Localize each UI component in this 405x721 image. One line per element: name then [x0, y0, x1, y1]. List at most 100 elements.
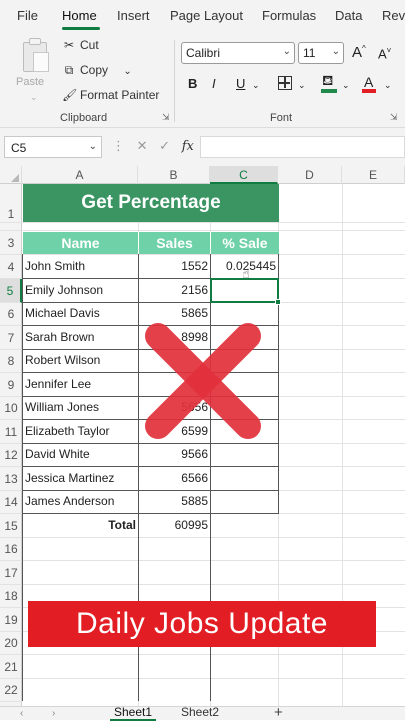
cell-name[interactable]: Jennifer Lee — [22, 373, 94, 396]
fill-color-button[interactable]: ⛾ — [321, 72, 337, 94]
chevron-down-icon[interactable]: ⌄ — [342, 80, 350, 91]
chevron-down-icon: ⌄ — [88, 141, 97, 152]
cell-sales[interactable]: 2156 — [139, 279, 211, 302]
header-pct-sale[interactable]: % Sale — [211, 232, 279, 254]
cell-name[interactable]: James Anderson — [22, 490, 117, 513]
row-header[interactable]: 15 — [0, 514, 22, 538]
check-icon[interactable]: ✓ — [159, 138, 170, 153]
cell-sales[interactable]: 5885 — [139, 490, 211, 513]
row-header[interactable]: 22 — [0, 679, 22, 702]
cancel-icon[interactable]: ✕ — [137, 138, 148, 153]
row-header[interactable]: 8 — [0, 350, 22, 373]
bold-button[interactable]: B — [188, 76, 197, 91]
header-sales[interactable]: Sales — [139, 232, 211, 254]
formula-bar: C5 ⌄ ⋮ ✕ ✓ fx — [0, 128, 405, 166]
chevron-down-icon[interactable]: ⌄ — [252, 80, 260, 91]
row-header[interactable]: 13 — [0, 467, 22, 491]
row-header[interactable]: 21 — [0, 655, 22, 679]
column-header-d[interactable]: D — [278, 166, 342, 184]
shrink-font-button[interactable]: A˅ — [378, 46, 391, 61]
cell-name[interactable]: David White — [22, 443, 93, 466]
cut-button[interactable]: ✂ Cut — [62, 38, 99, 52]
underline-button[interactable]: U — [236, 76, 245, 91]
cell-name[interactable]: Sarah Brown — [22, 326, 97, 349]
font-group-label: Font — [270, 112, 293, 124]
header-name[interactable]: Name — [23, 232, 139, 254]
row-header[interactable]: 4 — [0, 255, 22, 279]
copy-button[interactable]: ⧉ Copy ⌄ — [62, 63, 132, 78]
cell-name[interactable]: John Smith — [22, 255, 88, 278]
format-painter-button[interactable]: 🖌 Format Painter — [62, 88, 159, 102]
chevron-down-icon[interactable]: ⌄ — [384, 80, 392, 91]
row-header[interactable]: 10 — [0, 397, 22, 420]
sheet-tab-sheet2[interactable]: Sheet2 — [181, 705, 219, 719]
chevron-down-icon[interactable]: ⌄ — [298, 80, 306, 91]
formula-input[interactable] — [200, 136, 405, 158]
cell-name[interactable]: Robert Wilson — [22, 349, 103, 372]
cell-name[interactable]: Elizabeth Taylor — [22, 420, 113, 443]
row-header[interactable]: 3 — [0, 231, 22, 255]
total-label[interactable]: Total — [22, 514, 139, 537]
row-header[interactable]: 6 — [0, 303, 22, 326]
paste-label: Paste — [16, 76, 45, 88]
tab-page-layout[interactable]: Page Layout — [170, 8, 243, 23]
add-sheet-icon[interactable]: + — [274, 704, 283, 721]
hand-cursor-icon: ☝ — [242, 266, 250, 281]
tab-review[interactable]: Revi — [382, 8, 405, 23]
tab-home[interactable]: Home — [62, 8, 97, 23]
tab-data[interactable]: Data — [335, 8, 362, 23]
font-color-button[interactable]: A — [362, 74, 376, 94]
cell-sales[interactable]: 6566 — [139, 467, 211, 490]
column-header-c[interactable]: C — [210, 166, 278, 184]
cell-sales[interactable]: 1552 — [139, 255, 211, 278]
sheet-title[interactable]: Get Percentage — [23, 184, 279, 222]
row-header[interactable]: 9 — [0, 373, 22, 397]
tab-formulas[interactable]: Formulas — [262, 8, 316, 23]
menu-bar: File Home Insert Page Layout Formulas Da… — [0, 0, 405, 32]
row-header[interactable]: 19 — [0, 608, 22, 632]
row-header[interactable]: 5 — [0, 279, 22, 303]
borders-button[interactable] — [278, 76, 292, 90]
name-box[interactable]: C5 ⌄ — [4, 136, 102, 158]
scissors-icon: ✂ — [63, 38, 75, 52]
row-header[interactable]: 12 — [0, 444, 22, 467]
column-header-b[interactable]: B — [138, 166, 210, 184]
fill-handle[interactable] — [275, 299, 281, 305]
font-name-select[interactable]: Calibri ⌄ — [181, 42, 295, 64]
dialog-launcher-icon[interactable]: ⇲ — [162, 112, 170, 123]
column-header-a[interactable]: A — [22, 166, 138, 184]
chevron-down-icon: ⌄ — [30, 92, 38, 102]
total-value[interactable]: 60995 — [139, 514, 211, 537]
chevron-down-icon[interactable]: ⌄ — [123, 66, 131, 77]
cell-name[interactable]: Michael Davis — [22, 302, 103, 325]
cell-name[interactable]: Jessica Martinez — [22, 467, 117, 490]
row-header[interactable]: 7 — [0, 326, 22, 350]
paintbrush-icon: 🖌 — [62, 88, 78, 102]
font-size-select[interactable]: 11 ⌄ — [298, 42, 344, 64]
active-tab-indicator — [62, 27, 100, 30]
row-header[interactable]: 2 — [0, 223, 22, 231]
cell-name[interactable]: William Jones — [22, 396, 102, 419]
cell-sales[interactable]: 9566 — [139, 443, 211, 466]
paste-button[interactable]: Paste ⌄ — [14, 38, 56, 108]
tab-file[interactable]: File — [17, 8, 38, 23]
sheet-tab-sheet1[interactable]: Sheet1 — [110, 705, 157, 721]
ribbon: Paste ⌄ ✂ Cut ⧉ Copy ⌄ 🖌 Format Painter Cli… — [0, 32, 405, 128]
row-header[interactable]: 16 — [0, 538, 22, 561]
column-header-e[interactable]: E — [342, 166, 405, 184]
row-header[interactable]: 1 — [0, 184, 22, 223]
select-all-button[interactable] — [0, 166, 22, 184]
insert-function-button[interactable]: fx — [182, 139, 194, 154]
row-header[interactable]: 14 — [0, 491, 22, 514]
row-header[interactable]: 20 — [0, 632, 22, 655]
chevron-right-icon[interactable]: › — [52, 708, 55, 719]
cell-name[interactable]: Emily Johnson — [22, 279, 106, 302]
row-header[interactable]: 17 — [0, 561, 22, 585]
row-header[interactable]: 18 — [0, 585, 22, 608]
tab-insert[interactable]: Insert — [117, 8, 150, 23]
italic-button[interactable]: I — [212, 76, 216, 91]
row-header[interactable]: 11 — [0, 420, 22, 444]
chevron-left-icon[interactable]: ‹ — [20, 708, 23, 719]
grow-font-button[interactable]: A^ — [352, 44, 366, 61]
dialog-launcher-icon[interactable]: ⇲ — [390, 112, 398, 123]
